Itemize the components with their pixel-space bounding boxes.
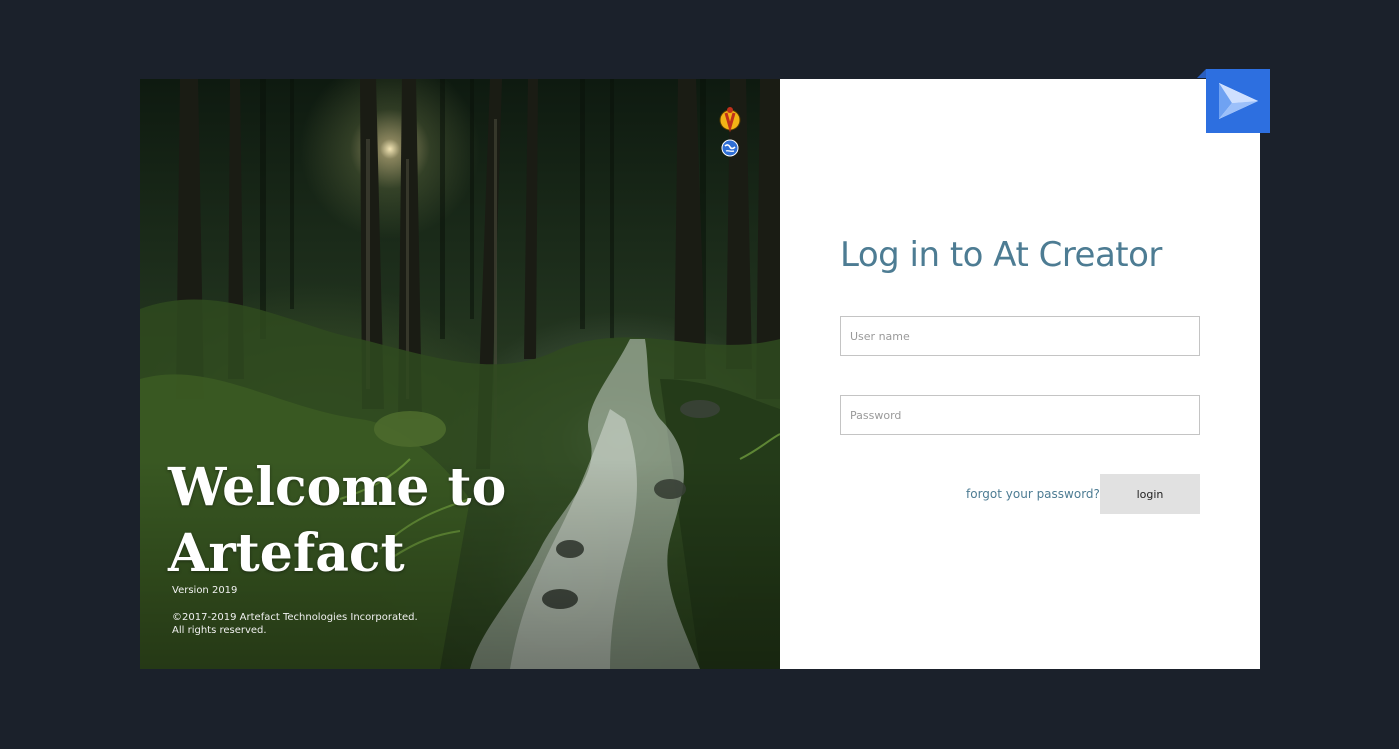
login-panel: Log in to At Creator forgot your passwor… [780, 79, 1260, 669]
version-label: Version 2019 [172, 585, 238, 596]
login-dialog: Welcome to Artefact Version 2019 ©2017-2… [140, 79, 1260, 669]
copyright-line: ©2017-2019 Artefact Technologies Incorpo… [172, 612, 418, 623]
rights-line: All rights reserved. [172, 625, 267, 636]
password-input[interactable] [840, 395, 1200, 435]
login-button[interactable]: login [1100, 474, 1200, 514]
globe-icon[interactable] [721, 139, 739, 157]
hero-image-panel: Welcome to Artefact Version 2019 ©2017-2… [140, 79, 780, 669]
brand-badge-notch [1197, 69, 1206, 78]
welcome-title: Welcome to Artefact [168, 457, 507, 584]
user-badge-icon[interactable] [719, 105, 741, 135]
copyright-text: ©2017-2019 Artefact Technologies Incorpo… [172, 611, 472, 637]
username-input[interactable] [840, 316, 1200, 356]
hero-icon-stack [718, 105, 742, 161]
play-arrow-logo-icon [1219, 83, 1258, 119]
forgot-password-link[interactable]: forgot your password? [966, 487, 1100, 501]
login-heading: Log in to At Creator [840, 235, 1162, 275]
brand-logo-badge [1206, 69, 1270, 133]
